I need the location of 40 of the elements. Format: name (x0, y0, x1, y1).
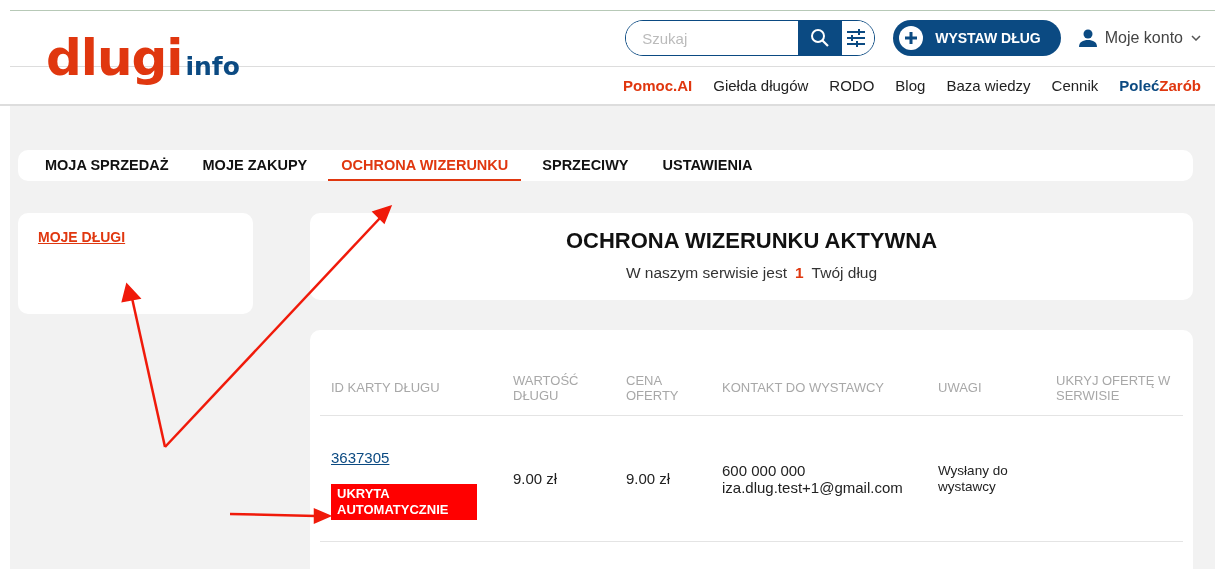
email-text: iza.dlug.test+1@gmail.com (722, 478, 904, 496)
nav-link[interactable]: Baza wiedzy (946, 77, 1031, 94)
column-header: CENA OFERTY (615, 360, 711, 416)
nav-link[interactable]: Pomoc.AI (623, 77, 693, 94)
status-text: W naszym serwisie jest (625, 264, 787, 282)
hidden-status-label: UKRYTA AUTOMATYCZNIE (331, 484, 477, 520)
plus-icon (899, 26, 924, 50)
search-button[interactable] (798, 21, 843, 55)
add-debt-button[interactable]: WYSTAW DŁUG (893, 20, 1061, 56)
nav-link[interactable]: PolećZarób (1119, 77, 1201, 94)
tab[interactable]: USTAWIENIA (649, 150, 766, 181)
sliders-icon (846, 29, 867, 47)
debt-id-link[interactable]: 3637305 (331, 449, 390, 466)
nav-link[interactable]: RODO (829, 77, 875, 94)
column-header: KONTAKT DO WYSTAWCY (711, 360, 927, 416)
phone-text: 600 000 000 (722, 461, 807, 479)
user-icon (1078, 29, 1097, 47)
column-header: UWAGI (927, 360, 1045, 416)
column-header: UKRYJ OFERTĘ W SERWISIE (1045, 360, 1183, 416)
status-title: OCHRONA WIZERUNKU AKTYWNA (565, 228, 938, 254)
search-icon (810, 28, 831, 48)
status-text: Twój dług (811, 264, 878, 282)
sidebar-link[interactable]: MOJE DŁUGI (38, 229, 126, 245)
tab[interactable]: MOJA SPRZEDAŻ (32, 150, 182, 181)
account-menu[interactable]: Moje konto (1078, 29, 1201, 47)
tab[interactable]: SPRZECIWY (529, 150, 642, 181)
logo[interactable]: dlugi info (46, 28, 240, 87)
tab[interactable]: MOJE ZAKUPY (189, 150, 321, 181)
column-header: ID KARTY DŁUGU (320, 360, 502, 416)
table-cell-text: Wysłany do wystawcy (938, 462, 1009, 495)
nav-link[interactable]: Giełda długów (713, 77, 809, 94)
tab[interactable]: OCHRONA WIZERUNKU (328, 150, 522, 181)
search-bar[interactable]: Szukaj (625, 20, 876, 56)
debt-count: 1 (794, 264, 804, 282)
nav-link[interactable]: Cennik (1051, 77, 1099, 94)
table-cell-text: 9.00 zł (513, 470, 559, 487)
chevron-down-icon (1191, 35, 1201, 41)
column-header: WARTOŚĆ DŁUGU (502, 360, 615, 416)
nav-link[interactable]: Blog (895, 77, 926, 94)
table-cell-text: 9.00 zł (626, 470, 672, 487)
